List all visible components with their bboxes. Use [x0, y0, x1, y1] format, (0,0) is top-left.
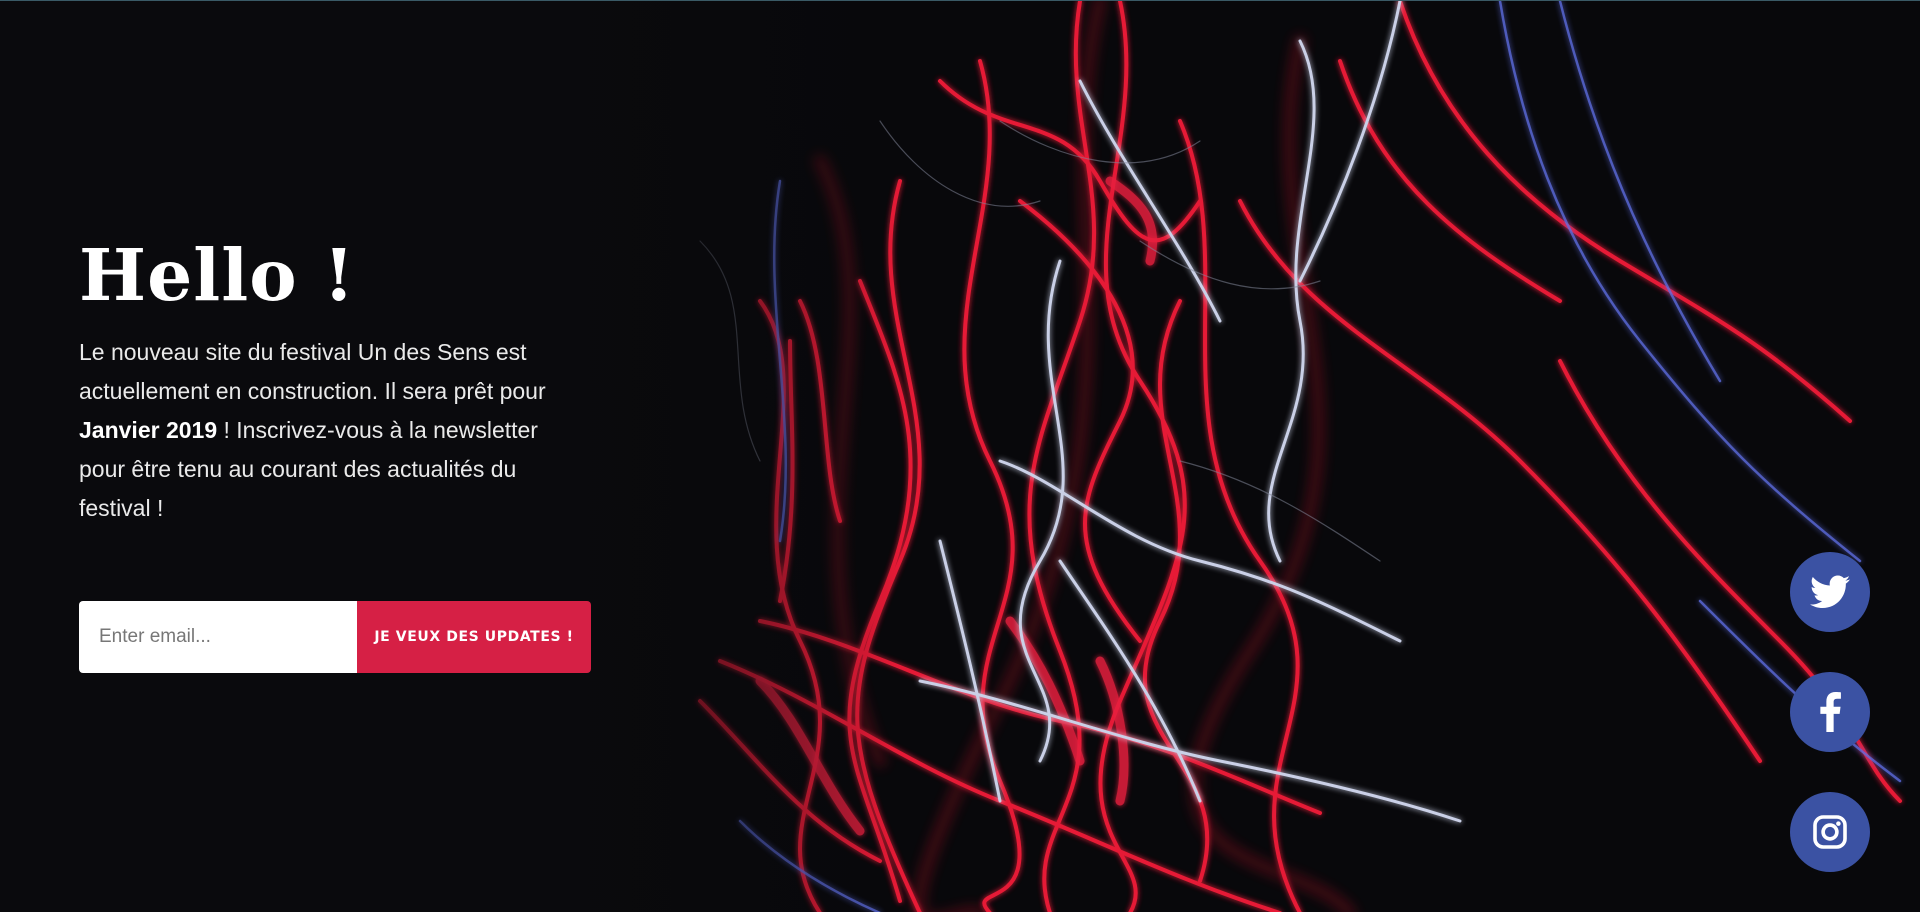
intro-text: Le nouveau site du festival Un des Sens … [79, 333, 579, 528]
page-title: Hello ! [79, 233, 356, 317]
twitter-button[interactable] [1790, 552, 1870, 632]
subscribe-button[interactable]: JE VEUX DES UPDATES ! [357, 601, 591, 673]
facebook-button[interactable] [1790, 672, 1870, 752]
facebook-icon [1820, 692, 1841, 732]
instagram-button[interactable] [1790, 792, 1870, 872]
launch-date-highlight: Janvier 2019 [79, 417, 218, 443]
twitter-icon [1810, 575, 1850, 608]
hero-content: Hello ! Le nouveau site du festival Un d… [79, 233, 599, 528]
intro-text-part1: Le nouveau site du festival Un des Sens … [79, 339, 546, 404]
landing-page: Hello ! Le nouveau site du festival Un d… [0, 0, 1920, 912]
newsletter-form: JE VEUX DES UPDATES ! [79, 601, 591, 673]
email-input[interactable] [79, 601, 357, 673]
instagram-icon [1813, 815, 1847, 849]
